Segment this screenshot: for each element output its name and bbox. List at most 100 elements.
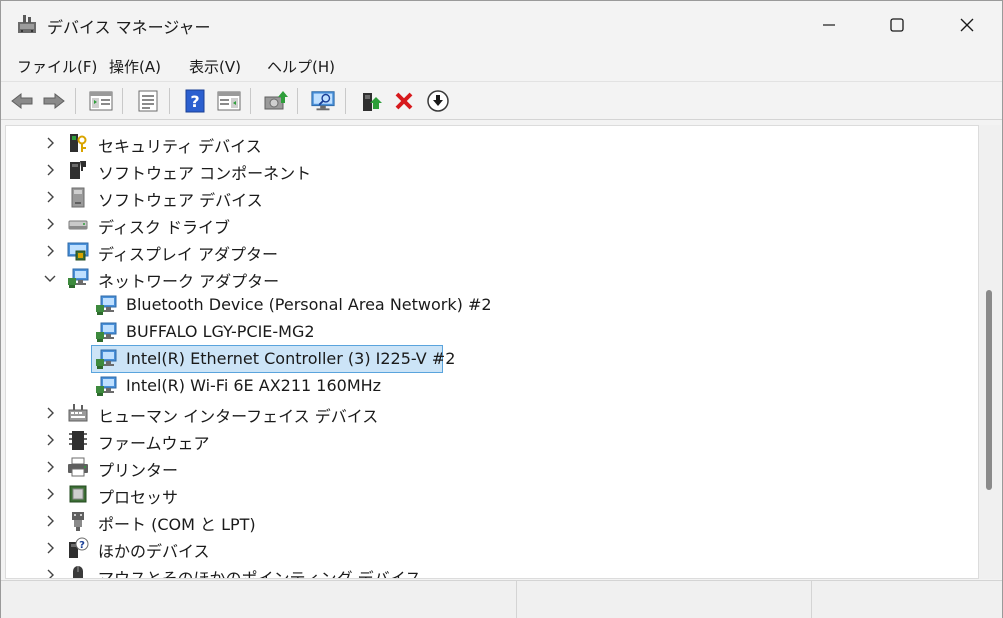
tree-item-label: ほかのデバイス bbox=[98, 542, 210, 561]
tree-category[interactable]: プリンター bbox=[6, 454, 966, 481]
scrollbar-thumb[interactable] bbox=[986, 290, 992, 490]
status-cell-main bbox=[1, 581, 517, 618]
window-title: デバイス マネージャー bbox=[47, 18, 211, 37]
tree-device[interactable]: BUFFALO LGY-PCIE-MG2 bbox=[6, 319, 966, 346]
port-icon bbox=[67, 510, 89, 532]
tree-item-label: ディスク ドライブ bbox=[98, 218, 230, 237]
network-adapter-icon bbox=[67, 267, 89, 289]
tree-category[interactable]: ソフトウェア コンポーネント bbox=[6, 157, 966, 184]
svg-text:?: ? bbox=[190, 92, 199, 111]
svg-text:?: ? bbox=[79, 540, 85, 551]
forward-button[interactable] bbox=[41, 88, 67, 114]
menu-help[interactable]: ヘルプ(H) bbox=[267, 56, 335, 77]
tree-category[interactable]: ソフトウェア デバイス bbox=[6, 184, 966, 211]
tree-category[interactable]: ヒューマン インターフェイス デバイス bbox=[6, 400, 966, 427]
tree-category[interactable]: ファームウェア bbox=[6, 427, 966, 454]
tree-item-label: マウスとそのほかのポインティング デバイス bbox=[98, 569, 422, 579]
chevron-right-icon[interactable] bbox=[42, 459, 58, 475]
tree-item-label: BUFFALO LGY-PCIE-MG2 bbox=[126, 322, 315, 341]
tree-item-label: ソフトウェア デバイス bbox=[98, 191, 263, 210]
help-button[interactable]: ? bbox=[182, 88, 208, 114]
network-adapter-icon bbox=[95, 348, 117, 370]
printer-icon bbox=[67, 456, 89, 478]
tree-item-label: ネットワーク アダプター bbox=[98, 272, 280, 291]
update-driver-icon bbox=[264, 91, 288, 110]
tree-category[interactable]: セキュリティ デバイス bbox=[6, 130, 966, 157]
scan-hardware-icon bbox=[311, 91, 335, 111]
uninstall-device-button[interactable] bbox=[391, 88, 417, 114]
tree-category[interactable]: プロセッサ bbox=[6, 481, 966, 508]
action-pane-button[interactable] bbox=[216, 88, 242, 114]
minimize-icon bbox=[823, 23, 835, 26]
tree-category[interactable]: ディスプレイ アダプター bbox=[6, 238, 966, 265]
menu-view[interactable]: 表示(V) bbox=[189, 56, 241, 77]
tree-item-label: Bluetooth Device (Personal Area Network)… bbox=[126, 295, 492, 314]
properties-button[interactable] bbox=[135, 88, 161, 114]
help-icon: ? bbox=[185, 89, 205, 113]
toolbar-separator bbox=[297, 88, 298, 114]
chevron-right-icon[interactable] bbox=[42, 243, 58, 259]
chevron-right-icon[interactable] bbox=[42, 405, 58, 421]
tree-category[interactable]: ネットワーク アダプター bbox=[6, 265, 966, 292]
scan-hardware-button[interactable] bbox=[310, 88, 336, 114]
action-pane-icon bbox=[217, 91, 241, 111]
chevron-right-icon[interactable] bbox=[42, 135, 58, 151]
chevron-right-icon[interactable] bbox=[42, 189, 58, 205]
tree-category[interactable]: ポート (COM と LPT) bbox=[6, 508, 966, 535]
maximize-button[interactable] bbox=[862, 1, 932, 48]
tree-category[interactable]: ? ほかのデバイス bbox=[6, 535, 966, 562]
network-adapter-icon bbox=[95, 321, 117, 343]
minimize-button[interactable] bbox=[794, 1, 864, 48]
device-tree[interactable]: セキュリティ デバイス ソフトウェア コンポーネントソフトウェア デバイス ディスク… bbox=[5, 125, 979, 579]
hid-icon bbox=[67, 402, 89, 424]
tree-device[interactable]: Bluetooth Device (Personal Area Network)… bbox=[6, 292, 966, 319]
status-cell-secondary bbox=[517, 581, 812, 618]
menu-bar: ファイル(F) 操作(A) 表示(V) ヘルプ(H) bbox=[1, 48, 1002, 82]
chevron-right-icon[interactable] bbox=[42, 540, 58, 556]
title-bar: デバイス マネージャー bbox=[1, 1, 1002, 48]
menu-file[interactable]: ファイル(F) bbox=[17, 56, 97, 77]
display-adapter-icon bbox=[67, 240, 89, 262]
tree-category[interactable]: ディスク ドライブ bbox=[6, 211, 966, 238]
back-button[interactable] bbox=[9, 88, 35, 114]
toolbar-separator bbox=[122, 88, 123, 114]
maximize-icon bbox=[890, 17, 904, 32]
chevron-right-icon[interactable] bbox=[42, 567, 58, 578]
enable-device-icon bbox=[363, 93, 382, 111]
tree-item-label: ヒューマン インターフェイス デバイス bbox=[98, 407, 379, 426]
chevron-right-icon[interactable] bbox=[42, 216, 58, 232]
firmware-icon bbox=[67, 429, 89, 451]
security-key-icon bbox=[67, 132, 89, 154]
mouse-icon bbox=[67, 564, 89, 578]
update-driver-button[interactable] bbox=[263, 88, 289, 114]
tree-item-label: プリンター bbox=[98, 461, 179, 480]
enable-device-button[interactable] bbox=[359, 88, 385, 114]
tree-item-label: プロセッサ bbox=[98, 488, 179, 507]
chevron-right-icon[interactable] bbox=[42, 162, 58, 178]
chevron-right-icon[interactable] bbox=[42, 486, 58, 502]
chevron-right-icon[interactable] bbox=[42, 513, 58, 529]
toolbar: ? bbox=[1, 82, 1002, 120]
tree-item-label: セキュリティ デバイス bbox=[98, 137, 262, 156]
network-adapter-icon bbox=[95, 294, 117, 316]
menu-action[interactable]: 操作(A) bbox=[109, 56, 161, 77]
tree-category[interactable]: マウスとそのほかのポインティング デバイス bbox=[6, 562, 966, 579]
chevron-down-icon[interactable] bbox=[42, 270, 58, 286]
software-device-icon bbox=[67, 186, 89, 208]
tree-item-label: ファームウェア bbox=[98, 434, 210, 453]
disable-device-button[interactable] bbox=[425, 88, 451, 114]
tree-device[interactable]: Intel(R) Wi-Fi 6E AX211 160MHz bbox=[6, 373, 966, 400]
vertical-scrollbar[interactable] bbox=[979, 125, 1001, 579]
toolbar-separator bbox=[250, 88, 251, 114]
show-hide-console-tree-button[interactable] bbox=[88, 88, 114, 114]
properties-icon bbox=[138, 90, 158, 112]
device-manager-app-icon bbox=[16, 13, 38, 35]
close-button[interactable] bbox=[932, 1, 1002, 48]
chevron-right-icon[interactable] bbox=[42, 432, 58, 448]
tree-device[interactable]: Intel(R) Ethernet Controller (3) I225-V … bbox=[6, 346, 966, 373]
tree-item-label: ディスプレイ アダプター bbox=[98, 245, 278, 264]
network-adapter-icon bbox=[95, 375, 117, 397]
status-bar bbox=[1, 580, 1002, 618]
device-manager-window: デバイス マネージャー ファイル(F) 操作(A) 表示(V) ヘルプ(H) ?… bbox=[0, 0, 1003, 618]
tree-item-label: Intel(R) Ethernet Controller (3) I225-V … bbox=[126, 349, 456, 368]
